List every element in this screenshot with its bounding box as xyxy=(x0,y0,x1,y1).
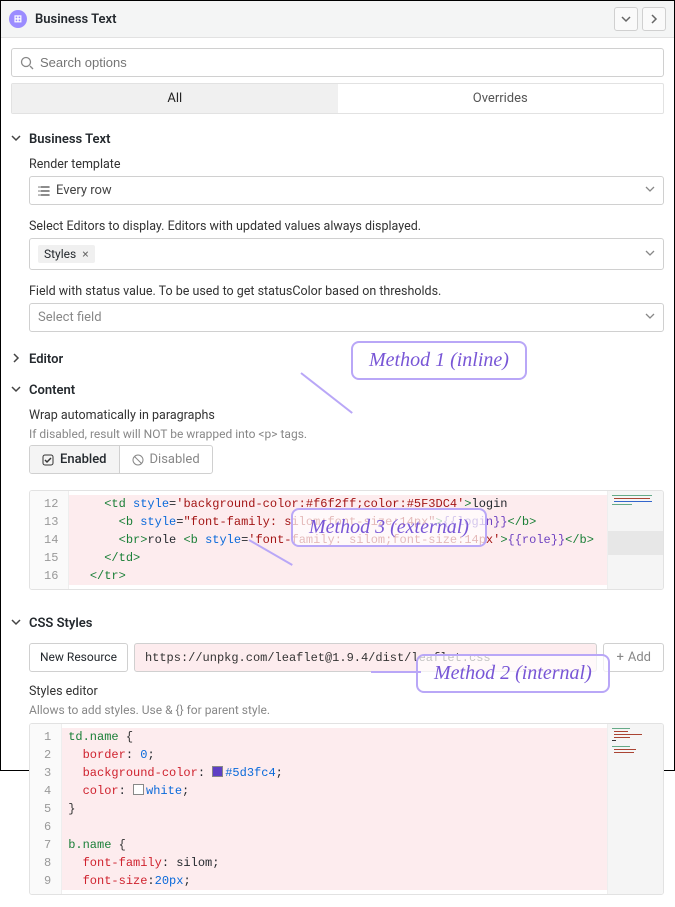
chevron-down-icon xyxy=(645,183,655,198)
select-editors-select[interactable]: Styles × xyxy=(29,238,664,270)
field-status-value: Field with status value. To be used to g… xyxy=(11,280,664,342)
field-label: Render template xyxy=(29,157,664,172)
expand-button[interactable] xyxy=(642,7,666,31)
css-code-editor[interactable]: 123456789 td.name { border: 0; backgroun… xyxy=(29,723,664,895)
section-toggle-editor[interactable]: Editor xyxy=(11,346,664,373)
chip-label: Styles xyxy=(44,247,76,261)
select-value: Every row xyxy=(56,183,645,198)
field-select-editors: Select Editors to display. Editors with … xyxy=(11,215,664,280)
section-content: Content Wrap automatically in paragraphs… xyxy=(1,375,674,592)
cancel-icon xyxy=(132,454,144,466)
minimap[interactable] xyxy=(607,491,663,589)
section-business-text: Business Text Render template Every row … xyxy=(1,124,674,344)
annotation-method-2: Method 2 (internal) xyxy=(416,654,610,693)
code-gutter: 1213141516 xyxy=(30,491,69,589)
section-editor: Editor xyxy=(1,344,674,375)
section-toggle-business-text[interactable]: Business Text xyxy=(11,126,664,153)
toggle-label: Disabled xyxy=(150,452,200,467)
chevron-right-icon xyxy=(11,352,23,367)
chevron-down-icon xyxy=(11,616,23,631)
chevron-down-icon xyxy=(11,132,23,147)
field-render-template: Render template Every row xyxy=(11,153,664,215)
tab-all[interactable]: All xyxy=(12,84,338,113)
annotation-method-1: Method 1 (inline) xyxy=(351,341,527,380)
field-label: Field with status value. To be used to g… xyxy=(29,284,664,299)
section-toggle-css-styles[interactable]: CSS Styles xyxy=(11,610,664,637)
status-field-select[interactable]: Select field xyxy=(29,303,664,332)
field-wrap-paragraphs: Wrap automatically in paragraphs If disa… xyxy=(11,404,664,484)
field-label: Select Editors to display. Editors with … xyxy=(29,219,664,234)
field-desc: Allows to add styles. Use & {} for paren… xyxy=(29,703,664,717)
toggle-label: Enabled xyxy=(60,452,107,467)
search-icon xyxy=(20,56,34,70)
tab-bar: All Overrides xyxy=(11,83,664,114)
search-box[interactable] xyxy=(11,48,664,77)
section-label: Business Text xyxy=(29,132,110,147)
list-icon xyxy=(38,185,50,197)
chevron-right-icon xyxy=(649,14,659,24)
panel-header: ⊞ Business Text xyxy=(1,1,674,38)
tab-overrides[interactable]: Overrides xyxy=(338,84,664,113)
search-input[interactable] xyxy=(40,55,655,70)
chevron-down-icon xyxy=(645,247,655,262)
check-icon xyxy=(42,454,54,466)
code-lines[interactable]: td.name { border: 0; background-color: #… xyxy=(62,724,607,894)
chip-remove-button[interactable]: × xyxy=(82,247,88,261)
chip-styles: Styles × xyxy=(38,245,95,263)
section-label: CSS Styles xyxy=(29,616,92,631)
annotation-connector xyxy=(371,671,421,673)
field-desc: If disabled, result will NOT be wrapped … xyxy=(29,427,664,441)
field-styles-editor: Styles editor Allows to add styles. Use … xyxy=(11,680,664,905)
select-placeholder: Select field xyxy=(38,310,645,325)
search-wrap xyxy=(1,38,674,83)
section-css-styles: CSS Styles New Resource + Add Styles edi… xyxy=(1,608,674,907)
chevron-down-icon xyxy=(621,14,631,24)
wrap-enabled-button[interactable]: Enabled xyxy=(30,446,120,473)
collapse-button[interactable] xyxy=(614,7,638,31)
panel-title: Business Text xyxy=(35,12,610,27)
add-resource-button[interactable]: + Add xyxy=(603,643,664,672)
section-label: Editor xyxy=(29,352,63,367)
plus-icon: + xyxy=(616,650,623,665)
new-resource-label: New Resource xyxy=(29,643,128,672)
wrap-disabled-button[interactable]: Disabled xyxy=(120,446,212,473)
chevron-down-icon xyxy=(11,383,23,398)
code-gutter: 123456789 xyxy=(30,724,62,894)
minimap[interactable] xyxy=(607,724,663,894)
annotation-method-3: Method 3 (external) xyxy=(291,508,487,547)
section-label: Content xyxy=(29,383,75,398)
render-template-select[interactable]: Every row xyxy=(29,176,664,205)
app-logo-icon: ⊞ xyxy=(9,10,27,28)
wrap-toggle-group: Enabled Disabled xyxy=(29,445,213,474)
chevron-down-icon xyxy=(645,310,655,325)
add-label: Add xyxy=(628,650,651,665)
